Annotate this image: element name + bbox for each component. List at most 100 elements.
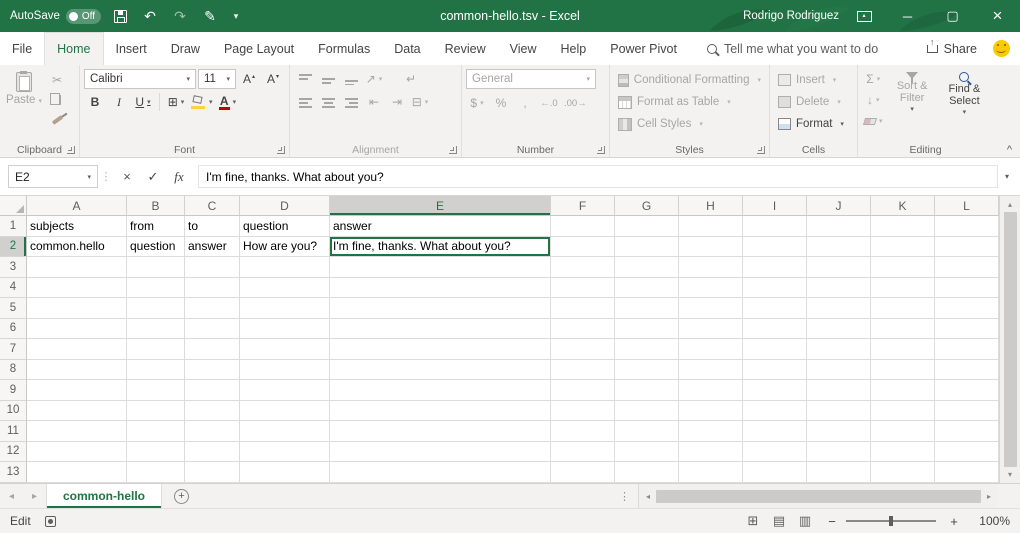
- cell-B7[interactable]: [127, 339, 185, 360]
- cell-L13[interactable]: [935, 462, 999, 483]
- cell-B2[interactable]: question: [127, 237, 185, 258]
- row-header-9[interactable]: 9: [0, 380, 27, 401]
- user-name[interactable]: Rodrigo Rodriguez: [743, 10, 839, 22]
- cell-B1[interactable]: from: [127, 216, 185, 237]
- cell-L9[interactable]: [935, 380, 999, 401]
- cell-H4[interactable]: [679, 278, 743, 299]
- insert-function-icon[interactable]: fx: [166, 169, 192, 185]
- sheet-prev-icon[interactable]: ◂: [0, 484, 23, 508]
- bold-button[interactable]: B: [84, 92, 106, 112]
- cell-C9[interactable]: [185, 380, 240, 401]
- cell-D8[interactable]: [240, 360, 330, 381]
- minimize-button[interactable]: ─: [885, 0, 930, 32]
- row-header-11[interactable]: 11: [0, 421, 27, 442]
- cell-D4[interactable]: [240, 278, 330, 299]
- tab-help[interactable]: Help: [549, 32, 599, 65]
- autosum-icon[interactable]: Σ: [862, 69, 885, 89]
- cell-E1[interactable]: answer: [330, 216, 551, 237]
- formula-bar-expand-icon[interactable]: ▾: [998, 172, 1016, 181]
- cell-I12[interactable]: [743, 442, 807, 463]
- cell-A9[interactable]: [27, 380, 127, 401]
- column-header-E[interactable]: E: [330, 196, 551, 216]
- cell-J13[interactable]: [807, 462, 871, 483]
- column-header-L[interactable]: L: [935, 196, 999, 216]
- cell-J2[interactable]: [807, 237, 871, 258]
- cell-C2[interactable]: answer: [185, 237, 240, 258]
- row-header-2[interactable]: 2: [0, 237, 27, 258]
- scroll-down-icon[interactable]: ▾: [1001, 467, 1019, 482]
- cell-G9[interactable]: [615, 380, 679, 401]
- align-top-icon[interactable]: [294, 69, 316, 89]
- cell-C3[interactable]: [185, 257, 240, 278]
- cut-icon[interactable]: ✂: [46, 71, 68, 89]
- cell-H7[interactable]: [679, 339, 743, 360]
- format-cells-button[interactable]: Format: [774, 113, 853, 135]
- cell-F10[interactable]: [551, 401, 615, 422]
- cell-F6[interactable]: [551, 319, 615, 340]
- column-header-F[interactable]: F: [551, 196, 615, 216]
- cell-J3[interactable]: [807, 257, 871, 278]
- cell-H11[interactable]: [679, 421, 743, 442]
- cell-H9[interactable]: [679, 380, 743, 401]
- cell-H1[interactable]: [679, 216, 743, 237]
- cell-E5[interactable]: [330, 298, 551, 319]
- cell-K7[interactable]: [871, 339, 935, 360]
- cell-C12[interactable]: [185, 442, 240, 463]
- cell-C6[interactable]: [185, 319, 240, 340]
- cell-J7[interactable]: [807, 339, 871, 360]
- row-header-3[interactable]: 3: [0, 257, 27, 278]
- cell-D5[interactable]: [240, 298, 330, 319]
- cell-E6[interactable]: [330, 319, 551, 340]
- align-middle-icon[interactable]: [317, 69, 339, 89]
- zoom-out-icon[interactable]: −: [822, 514, 842, 529]
- font-color-icon[interactable]: A: [217, 92, 239, 112]
- accounting-format-icon[interactable]: $: [466, 93, 488, 113]
- row-header-7[interactable]: 7: [0, 339, 27, 360]
- zoom-slider-thumb[interactable]: [889, 516, 893, 526]
- styles-dialog-launcher[interactable]: [757, 146, 765, 154]
- percent-style-icon[interactable]: %: [490, 93, 512, 113]
- cell-H2[interactable]: [679, 237, 743, 258]
- merge-center-icon[interactable]: ⊟: [409, 92, 431, 112]
- clipboard-dialog-launcher[interactable]: [67, 146, 75, 154]
- cell-K11[interactable]: [871, 421, 935, 442]
- cell-F2[interactable]: [551, 237, 615, 258]
- tab-scroll-splitter[interactable]: ⋮: [619, 490, 630, 503]
- cell-F12[interactable]: [551, 442, 615, 463]
- borders-icon[interactable]: ⊞: [165, 92, 187, 112]
- cell-A12[interactable]: [27, 442, 127, 463]
- close-button[interactable]: ×: [975, 0, 1020, 32]
- cell-G4[interactable]: [615, 278, 679, 299]
- vertical-scroll-thumb[interactable]: [1004, 212, 1017, 467]
- quick-access-more-icon[interactable]: ▾: [229, 4, 243, 28]
- cell-D2[interactable]: How are you?: [240, 237, 330, 258]
- cell-F8[interactable]: [551, 360, 615, 381]
- column-header-C[interactable]: C: [185, 196, 240, 216]
- row-header-10[interactable]: 10: [0, 401, 27, 422]
- copy-icon[interactable]: [46, 91, 68, 109]
- cell-I10[interactable]: [743, 401, 807, 422]
- cell-F9[interactable]: [551, 380, 615, 401]
- tab-data[interactable]: Data: [382, 32, 432, 65]
- column-header-G[interactable]: G: [615, 196, 679, 216]
- cell-K1[interactable]: [871, 216, 935, 237]
- feedback-smiley-icon[interactable]: [993, 40, 1010, 57]
- cell-G13[interactable]: [615, 462, 679, 483]
- cell-A7[interactable]: [27, 339, 127, 360]
- cell-G7[interactable]: [615, 339, 679, 360]
- cell-F11[interactable]: [551, 421, 615, 442]
- cell-L4[interactable]: [935, 278, 999, 299]
- cell-F1[interactable]: [551, 216, 615, 237]
- tell-me-search[interactable]: Tell me what you want to do: [707, 32, 878, 65]
- cell-F13[interactable]: [551, 462, 615, 483]
- cell-A10[interactable]: [27, 401, 127, 422]
- row-header-12[interactable]: 12: [0, 442, 27, 463]
- cell-G12[interactable]: [615, 442, 679, 463]
- cell-E2[interactable]: I'm fine, thanks. What about you?: [330, 237, 551, 258]
- sort-filter-button[interactable]: Sort & Filter: [888, 69, 937, 131]
- cell-D9[interactable]: [240, 380, 330, 401]
- cell-H5[interactable]: [679, 298, 743, 319]
- tab-power-pivot[interactable]: Power Pivot: [598, 32, 689, 65]
- tab-home[interactable]: Home: [44, 32, 103, 65]
- font-dialog-launcher[interactable]: [277, 146, 285, 154]
